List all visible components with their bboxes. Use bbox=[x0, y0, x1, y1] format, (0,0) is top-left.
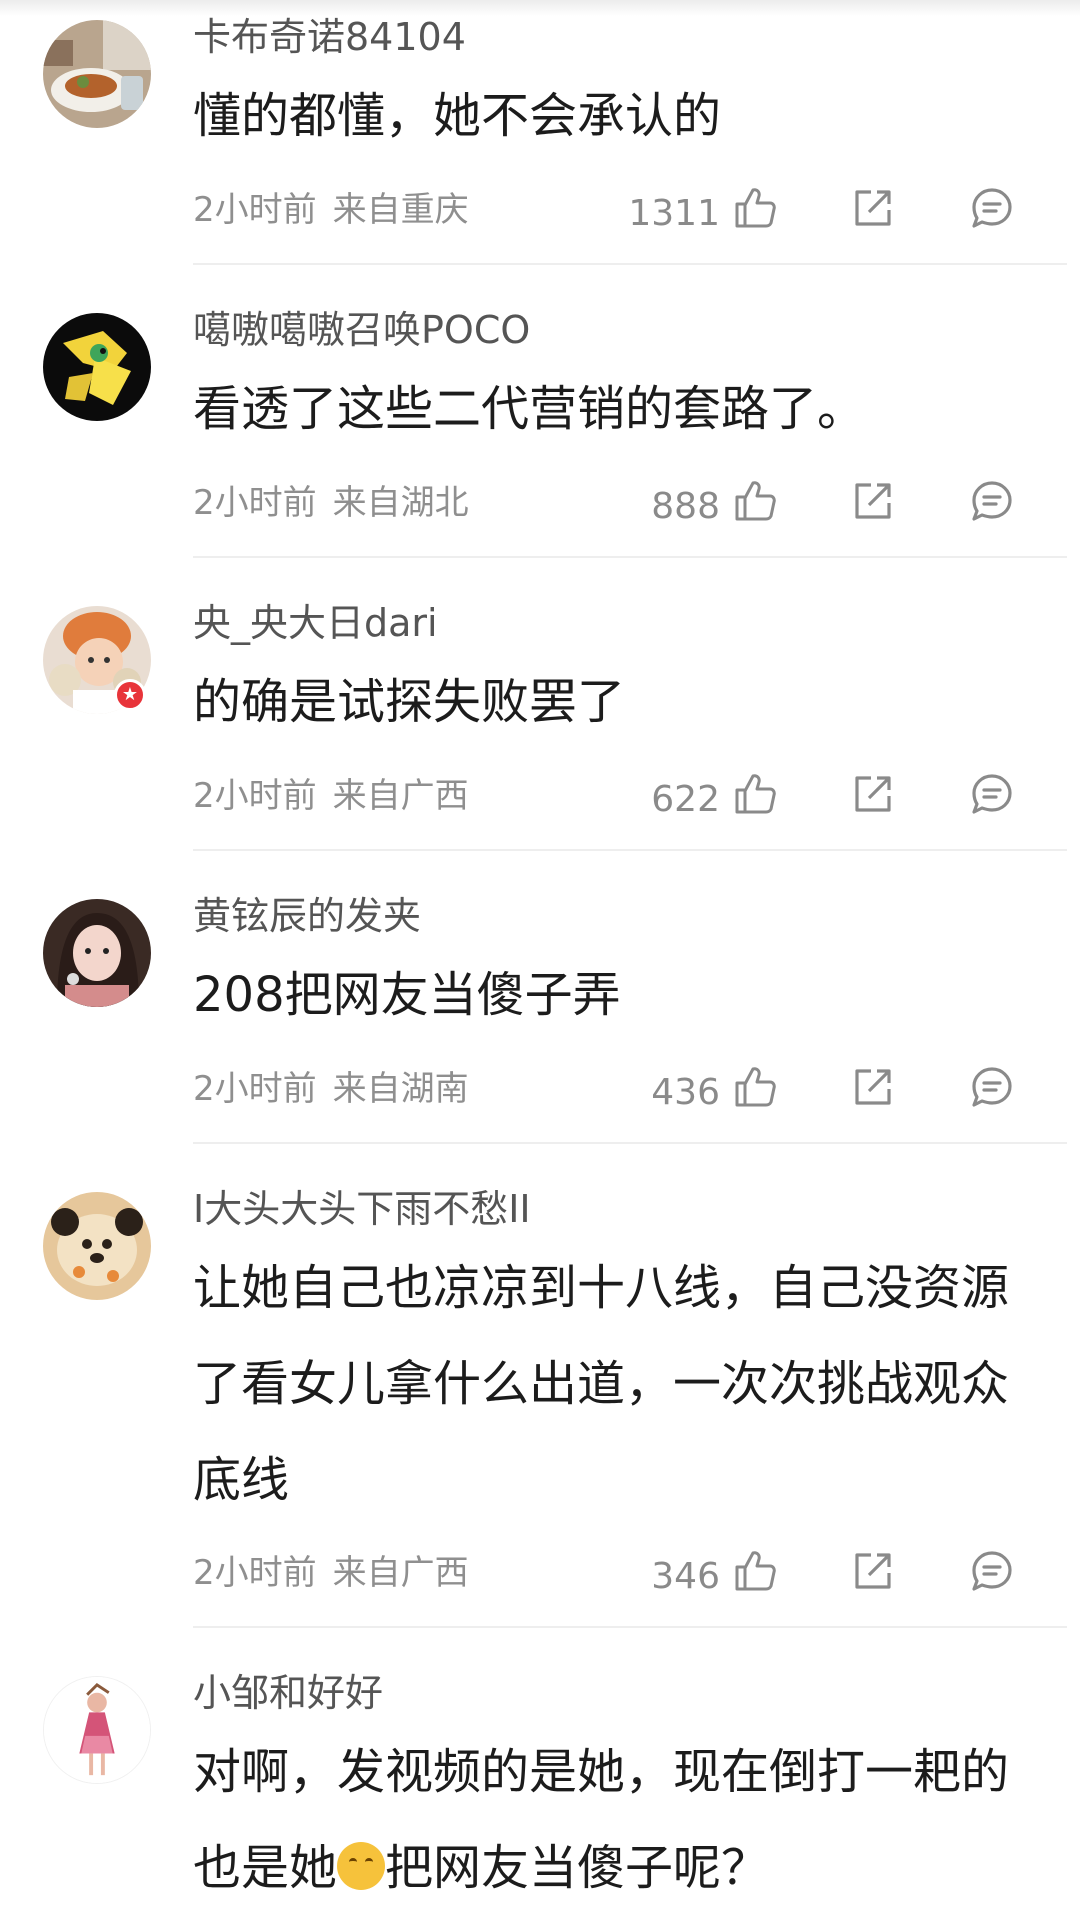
share-icon[interactable] bbox=[851, 1549, 895, 1593]
username[interactable]: 卡布奇诺84104 bbox=[193, 14, 466, 60]
like-count: 1311 bbox=[628, 193, 720, 234]
divider bbox=[193, 263, 1067, 265]
divider bbox=[193, 1142, 1067, 1144]
thumbs-up-icon[interactable] bbox=[733, 1549, 777, 1593]
share-icon[interactable] bbox=[851, 186, 895, 230]
comment-meta: 2小时前 来自湖南 bbox=[193, 1069, 469, 1109]
comment-location: 来自广西 bbox=[332, 1553, 469, 1593]
avatar[interactable] bbox=[43, 899, 151, 1007]
share-icon[interactable] bbox=[851, 772, 895, 816]
like-count: 888 bbox=[651, 486, 720, 527]
divider bbox=[193, 849, 1067, 851]
username[interactable]: 小邹和好好 bbox=[193, 1670, 383, 1716]
avatar[interactable] bbox=[43, 313, 151, 421]
comment-icon[interactable] bbox=[970, 186, 1014, 230]
divider bbox=[193, 556, 1067, 558]
username[interactable]: 黄铉辰的发夹 bbox=[193, 893, 421, 939]
comment-text: 让她自己也凉凉到十八线，自己没资源了看女儿拿什么出道，一次次挑战观众底线 bbox=[193, 1260, 1010, 1508]
share-icon[interactable] bbox=[851, 479, 895, 523]
comment-meta: 2小时前 来自广西 bbox=[193, 776, 469, 816]
comment-text: 208把网友当傻子弄 bbox=[193, 967, 621, 1023]
comment-icon[interactable] bbox=[970, 1549, 1014, 1593]
thumbs-up-icon[interactable] bbox=[733, 1065, 777, 1109]
comment-time: 2小时前 bbox=[193, 190, 317, 230]
comment-text: 的确是试探失败罢了 bbox=[193, 674, 626, 730]
username[interactable]: I大头大头下雨不愁II bbox=[193, 1186, 531, 1232]
thumbs-up-icon[interactable] bbox=[733, 186, 777, 230]
comment-time: 2小时前 bbox=[193, 1069, 317, 1109]
avatar[interactable] bbox=[43, 1192, 151, 1300]
comment-location: 来自湖北 bbox=[332, 483, 469, 523]
thumbs-up-icon[interactable] bbox=[733, 479, 777, 523]
avatar[interactable] bbox=[43, 20, 151, 128]
comment-icon[interactable] bbox=[970, 1065, 1014, 1109]
username[interactable]: 噶嗷噶嗷召唤POCO bbox=[193, 307, 530, 353]
avatar[interactable] bbox=[43, 1676, 151, 1784]
share-icon[interactable] bbox=[851, 1065, 895, 1109]
username[interactable]: 央_央大日dari bbox=[193, 600, 438, 646]
comment-time: 2小时前 bbox=[193, 1553, 317, 1593]
divider bbox=[193, 1626, 1067, 1628]
comment-text: 对啊，发视频的是她，现在倒打一耙的也是她 把网友当傻子呢？ bbox=[193, 1724, 1033, 1916]
smile-emoji bbox=[337, 1842, 386, 1890]
comment-time: 2小时前 bbox=[193, 776, 317, 816]
comment-text: 懂的都懂，她不会承认的 bbox=[193, 88, 722, 144]
like-count: 622 bbox=[651, 779, 720, 820]
comment-location: 来自湖南 bbox=[332, 1069, 469, 1109]
comment-meta: 2小时前 来自湖北 bbox=[193, 483, 469, 523]
comment-meta: 2小时前 来自重庆 bbox=[193, 190, 469, 230]
like-count: 346 bbox=[651, 1556, 720, 1597]
comment-location: 来自广西 bbox=[332, 776, 469, 816]
comment-meta: 2小时前 来自广西 bbox=[193, 1553, 469, 1593]
comment-text: 看透了这些二代营销的套路了。 bbox=[193, 381, 866, 437]
vip-badge: ★ bbox=[114, 679, 146, 711]
comment-icon[interactable] bbox=[970, 479, 1014, 523]
comment-icon[interactable] bbox=[970, 772, 1014, 816]
comment-location: 来自重庆 bbox=[332, 190, 469, 230]
thumbs-up-icon[interactable] bbox=[733, 772, 777, 816]
like-count: 436 bbox=[651, 1072, 720, 1113]
comment-time: 2小时前 bbox=[193, 483, 317, 523]
comment-text-part: 把网友当傻子呢？ bbox=[385, 1840, 770, 1896]
top-edge-shadow bbox=[0, 0, 1080, 16]
